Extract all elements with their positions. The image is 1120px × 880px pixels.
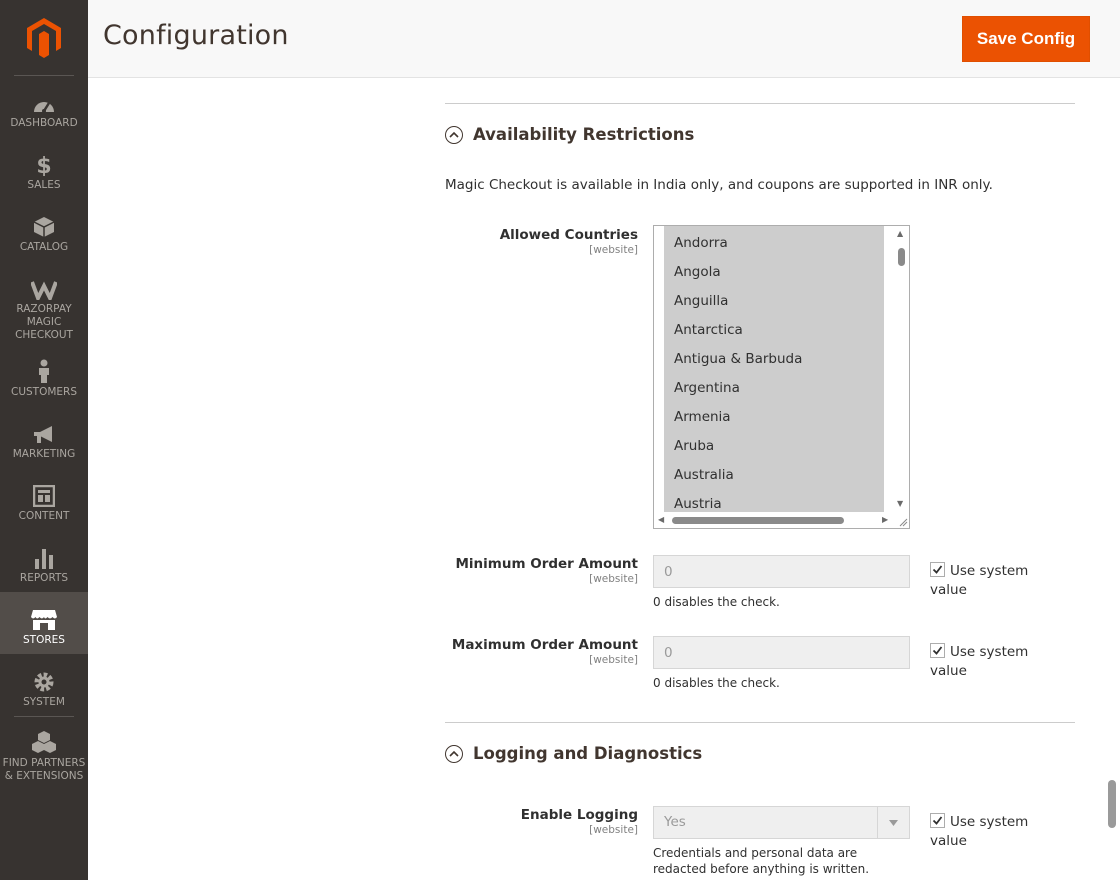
section-divider <box>445 103 1075 104</box>
section-title: Logging and Diagnostics <box>473 744 703 763</box>
sidebar-divider <box>14 716 74 717</box>
collapse-icon <box>445 125 463 144</box>
chevron-down-icon[interactable] <box>877 807 909 838</box>
collapse-icon <box>445 744 463 763</box>
store-icon <box>31 605 57 631</box>
field-scope: [website] <box>589 573 638 585</box>
enable-logging-hint: Credentials and personal data are redact… <box>653 846 870 876</box>
enable-logging-select[interactable]: Yes <box>653 806 910 839</box>
checkbox-checked-icon[interactable] <box>930 643 945 658</box>
field-label-text: Minimum Order Amount <box>455 556 638 572</box>
sidebar-item-marketing[interactable]: MARKETING <box>0 419 88 461</box>
checkbox-checked-icon[interactable] <box>930 562 945 577</box>
field-label-text: Allowed Countries <box>499 227 638 243</box>
country-options-list[interactable]: Andorra Angola Anguilla Antarctica Antig… <box>664 226 884 512</box>
country-option[interactable]: Antigua & Barbuda <box>664 345 884 374</box>
gear-icon <box>33 667 55 693</box>
magento-logo[interactable] <box>0 0 88 76</box>
page-header: Configuration Save Config <box>88 0 1120 78</box>
field-scope: [website] <box>589 244 638 256</box>
bar-chart-icon <box>34 543 54 569</box>
sidebar-item-label: REPORTS <box>19 572 69 584</box>
country-option[interactable]: Argentina <box>664 374 884 403</box>
max-order-hint: 0 disables the check. <box>653 676 780 690</box>
field-label-text: Maximum Order Amount <box>451 637 638 653</box>
vertical-scroll-thumb[interactable] <box>898 248 905 266</box>
allowed-countries-label: Allowed Countries [website] <box>500 227 638 256</box>
country-option[interactable]: Andorra <box>664 229 884 258</box>
vertical-scrollbar[interactable]: ▲ ▼ <box>893 226 909 512</box>
scroll-down-arrow-icon[interactable]: ▼ <box>897 500 903 508</box>
enable-logging-label: Enable Logging [website] <box>521 807 638 836</box>
scroll-up-arrow-icon[interactable]: ▲ <box>897 230 903 238</box>
sidebar-item-label: CATALOG <box>19 241 69 253</box>
min-order-input[interactable] <box>653 555 910 588</box>
sidebar-item-sales[interactable]: $ SALES <box>0 150 88 192</box>
scroll-right-arrow-icon[interactable]: ▶ <box>882 516 888 524</box>
country-option[interactable]: Antarctica <box>664 316 884 345</box>
dollar-icon: $ <box>36 150 52 176</box>
allowed-countries-multiselect[interactable]: Andorra Angola Anguilla Antarctica Antig… <box>653 225 910 529</box>
sidebar-item-label: STORES <box>23 634 65 646</box>
sidebar-item-reports[interactable]: REPORTS <box>0 543 88 585</box>
country-option[interactable]: Armenia <box>664 403 884 432</box>
scroll-left-arrow-icon[interactable]: ◀ <box>658 516 664 524</box>
min-order-label: Minimum Order Amount [website] <box>455 556 638 585</box>
megaphone-icon <box>32 419 56 445</box>
enable-logging-use-system-checkbox[interactable]: Use system value <box>930 813 1040 851</box>
page-scrollbar-thumb[interactable] <box>1108 780 1116 828</box>
section-title: Availability Restrictions <box>473 125 695 144</box>
save-config-button[interactable]: Save Config <box>962 16 1090 62</box>
sidebar-item-system[interactable]: SYSTEM <box>0 667 88 709</box>
country-option[interactable]: Angola <box>664 258 884 287</box>
logo-divider <box>14 75 74 76</box>
sidebar-item-catalog[interactable]: CATALOG <box>0 212 88 254</box>
min-order-hint: 0 disables the check. <box>653 595 780 609</box>
horizontal-scrollbar[interactable]: ◀ ▶ <box>654 512 909 528</box>
sidebar-item-customers[interactable]: CUSTOMERS <box>0 357 88 399</box>
sidebar-item-dashboard[interactable]: DASHBOARD <box>0 88 88 130</box>
box-icon <box>33 212 55 238</box>
layout-icon <box>33 481 55 507</box>
sidebar-item-label: MARKETING <box>12 448 76 460</box>
sidebar-item-label: SYSTEM <box>23 696 65 708</box>
country-option[interactable]: Anguilla <box>664 287 884 316</box>
svg-text:$: $ <box>36 154 51 176</box>
sidebar-item-label: CONTENT <box>18 510 70 522</box>
max-order-input[interactable] <box>653 636 910 669</box>
section-logging-diagnostics[interactable]: Logging and Diagnostics <box>445 744 702 763</box>
field-label-text: Enable Logging <box>520 807 638 823</box>
person-icon <box>37 357 51 383</box>
razorpay-icon <box>31 274 57 300</box>
availability-note: Magic Checkout is available in India onl… <box>445 177 993 193</box>
page-title: Configuration <box>103 20 289 51</box>
field-scope: [website] <box>589 824 638 836</box>
sidebar-item-label: FIND PARTNERS & EXTENSIONS <box>2 757 86 782</box>
country-option[interactable]: Aruba <box>664 432 884 461</box>
sidebar-item-razorpay-magic-checkout[interactable]: RAZORPAY MAGIC CHECKOUT <box>0 274 88 342</box>
sidebar-item-stores[interactable]: STORES <box>0 592 88 654</box>
select-value: Yes <box>664 814 686 830</box>
cubes-icon <box>31 728 57 754</box>
checkbox-checked-icon[interactable] <box>930 813 945 828</box>
section-availability-restrictions[interactable]: Availability Restrictions <box>445 125 694 144</box>
sidebar-item-label: DASHBOARD <box>10 117 78 129</box>
admin-sidebar: DASHBOARD $ SALES CATALOG RAZORPAY MAGIC… <box>0 0 88 880</box>
magento-logo-icon <box>27 18 61 58</box>
min-order-use-system-checkbox[interactable]: Use system value <box>930 562 1040 600</box>
max-order-use-system-checkbox[interactable]: Use system value <box>930 643 1040 681</box>
sidebar-item-label: CUSTOMERS <box>10 386 77 398</box>
country-option[interactable]: Australia <box>664 461 884 490</box>
sidebar-item-label: SALES <box>27 179 61 191</box>
field-scope: [website] <box>589 654 638 666</box>
sidebar-item-content[interactable]: CONTENT <box>0 481 88 523</box>
dashboard-icon <box>32 88 56 114</box>
sidebar-item-label: RAZORPAY MAGIC CHECKOUT <box>15 303 73 341</box>
resize-handle-icon[interactable] <box>898 517 908 527</box>
horizontal-scroll-thumb[interactable] <box>672 517 844 524</box>
sidebar-item-find-partners[interactable]: FIND PARTNERS & EXTENSIONS <box>0 728 88 783</box>
section-divider <box>445 722 1075 723</box>
max-order-label: Maximum Order Amount [website] <box>452 637 638 666</box>
